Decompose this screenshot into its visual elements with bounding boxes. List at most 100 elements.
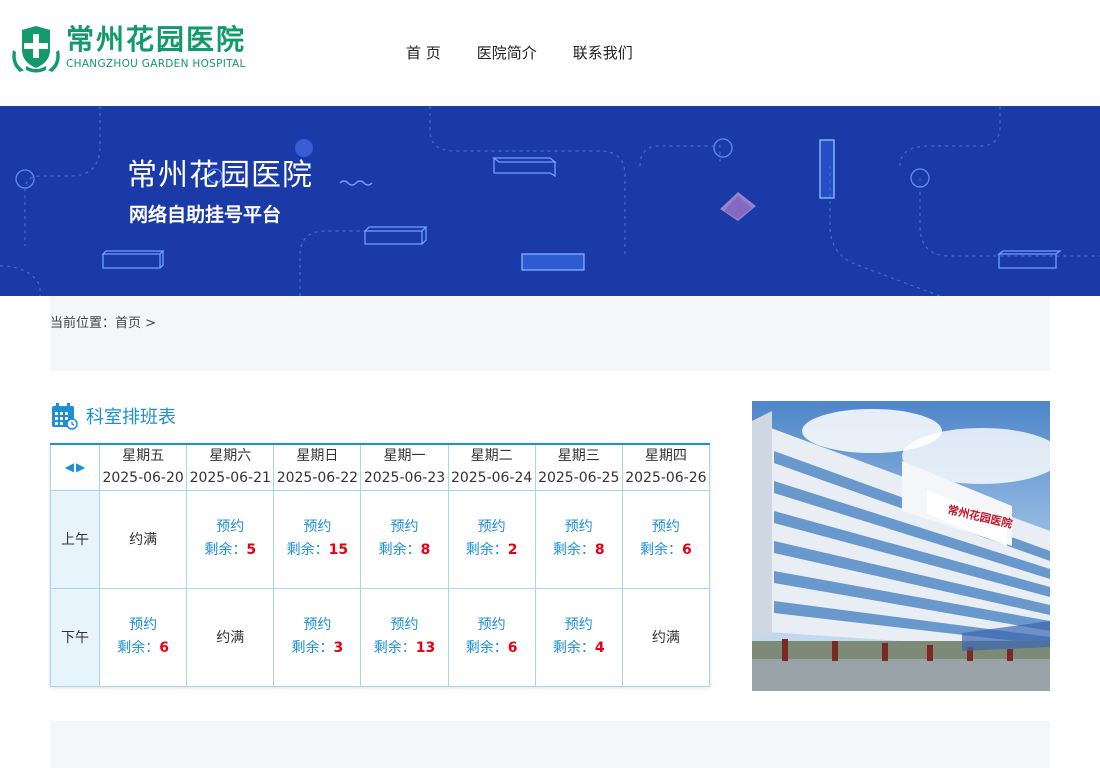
breadcrumb-panel: 当前位置：首页 > bbox=[50, 296, 1050, 371]
logo-name-en: CHANGZHOU GARDEN HOSPITAL bbox=[66, 58, 246, 70]
slot-available: 预约剩余：2 bbox=[447, 489, 536, 589]
slot-available: 预约 剩余：8 bbox=[360, 489, 449, 589]
remaining-label: 剩余： bbox=[640, 542, 683, 558]
remaining-count: 剩余：13 bbox=[361, 637, 447, 660]
book-link[interactable]: 预约 bbox=[623, 516, 709, 539]
day-header: 星期三 2025-06-25 bbox=[534, 443, 623, 491]
day-header: 星期二 2025-06-24 bbox=[447, 443, 536, 491]
nav-contact[interactable]: 联系我们 bbox=[573, 43, 633, 63]
breadcrumb-prefix: 当前位置： bbox=[50, 316, 116, 331]
book-link[interactable]: 预约 bbox=[361, 516, 447, 539]
remaining-count: 剩余：15 bbox=[274, 539, 360, 562]
remaining-number: 8 bbox=[420, 542, 431, 558]
schedule-title: 科室排班表 bbox=[86, 407, 176, 428]
slot-available: 预约 剩余：3 bbox=[273, 587, 362, 687]
book-link[interactable]: 预约 bbox=[274, 516, 360, 539]
schedule-heading: 科室排班表 bbox=[50, 402, 176, 430]
remaining-count: 剩余：5 bbox=[187, 539, 273, 562]
remaining-label: 剩余： bbox=[373, 640, 416, 656]
day-date: 2025-06-26 bbox=[625, 470, 707, 487]
day-header: 星期日 2025-06-22 bbox=[273, 443, 362, 491]
day-weekday: 星期五 bbox=[122, 448, 165, 465]
next-week-arrow-icon[interactable]: ▶ bbox=[76, 456, 85, 478]
slot-full: 约满 bbox=[186, 587, 275, 687]
day-date: 2025-06-21 bbox=[189, 470, 271, 487]
full-label: 约满 bbox=[216, 630, 245, 646]
cross-shield-icon bbox=[12, 26, 60, 73]
slot-available: 预约 剩余：5 bbox=[186, 489, 275, 589]
remaining-number: 6 bbox=[159, 640, 169, 656]
remaining-label: 剩余： bbox=[465, 542, 508, 558]
remaining-number: 4 bbox=[594, 640, 605, 656]
slot-full: 约满 bbox=[99, 489, 188, 589]
calendar-icon bbox=[52, 403, 78, 430]
remaining-count: 剩余：8 bbox=[361, 539, 447, 562]
remaining-number: 5 bbox=[246, 542, 257, 558]
day-weekday: 星期日 bbox=[296, 448, 339, 465]
breadcrumb: 当前位置：首页 > bbox=[50, 312, 156, 331]
breadcrumb-home-link[interactable]: 首页 bbox=[115, 316, 141, 331]
schedule-row: 下午 预约 剩余：6 约满 预约 剩余：3 预约 剩余：13 预约 剩余：6 预约 剩余：4 约满 bbox=[49, 587, 711, 687]
remaining-count: 剩余：3 bbox=[274, 637, 360, 660]
remaining-label: 剩余： bbox=[204, 542, 247, 558]
hero-banner: 常州花园医院 网络自助挂号平台 bbox=[0, 106, 1100, 296]
remaining-number: 15 bbox=[328, 542, 349, 558]
footer-panel bbox=[50, 721, 1050, 768]
breadcrumb-separator: > bbox=[141, 316, 157, 331]
book-link[interactable]: 预约 bbox=[100, 614, 186, 637]
full-label: 约满 bbox=[651, 630, 680, 646]
day-weekday: 星期三 bbox=[557, 448, 600, 465]
remaining-count: 剩余：8 bbox=[536, 539, 622, 562]
slot-available: 预约 剩余：6 bbox=[99, 587, 188, 687]
day-date: 2025-06-25 bbox=[538, 470, 620, 487]
remaining-number: 13 bbox=[415, 640, 436, 656]
prev-week-arrow-icon[interactable]: ◀ bbox=[65, 456, 74, 478]
remaining-number: 6 bbox=[507, 640, 518, 656]
nav-home[interactable]: 首 页 bbox=[406, 43, 441, 63]
slot-full: 约满 bbox=[621, 587, 711, 687]
remaining-count: 剩余：6 bbox=[100, 637, 186, 660]
remaining-label: 剩余： bbox=[552, 640, 595, 656]
schedule-header-row: ◀ ▶ 星期五 2025-06-20 星期六 2025-06-21 星期日 2025-06-… bbox=[49, 443, 711, 491]
remaining-label: 剩余： bbox=[465, 640, 508, 656]
day-date: 2025-06-23 bbox=[363, 470, 446, 487]
book-link[interactable]: 预约 bbox=[449, 614, 535, 637]
week-nav-cell: ◀ ▶ bbox=[49, 443, 101, 491]
slot-available: 预约 剩余：4 bbox=[534, 587, 623, 687]
book-link[interactable]: 预约 bbox=[274, 614, 360, 637]
day-header: 星期一 2025-06-23 bbox=[360, 443, 449, 491]
remaining-label: 剩余： bbox=[552, 542, 595, 558]
book-link[interactable]: 预约 bbox=[536, 516, 622, 539]
book-link[interactable]: 预约 bbox=[361, 614, 447, 637]
slot-available: 预约 剩余：13 bbox=[360, 587, 449, 687]
day-date: 2025-06-22 bbox=[276, 470, 359, 487]
remaining-count: 剩余：4 bbox=[536, 637, 622, 660]
slot-available: 预约 剩余：15 bbox=[273, 489, 362, 589]
remaining-number: 2 bbox=[507, 542, 518, 558]
day-weekday: 星期二 bbox=[470, 448, 513, 465]
slot-available: 预约 剩余：8 bbox=[534, 489, 623, 589]
period-label: 上午 bbox=[49, 489, 101, 589]
nav-about[interactable]: 医院简介 bbox=[477, 43, 537, 63]
book-link[interactable]: 预约 bbox=[449, 516, 535, 539]
day-header: 星期六 2025-06-21 bbox=[186, 443, 275, 491]
book-link[interactable]: 预约 bbox=[187, 516, 273, 539]
book-link[interactable]: 预约 bbox=[536, 614, 622, 637]
site-header: 常州花园医院 CHANGZHOU GARDEN HOSPITAL 首 页 医院简… bbox=[0, 0, 1100, 106]
hospital-logo[interactable]: 常州花园医院 CHANGZHOU GARDEN HOSPITAL bbox=[12, 22, 252, 74]
day-date: 2025-06-24 bbox=[450, 470, 533, 487]
slot-available: 预约 剩余：6 bbox=[621, 489, 711, 589]
remaining-count: 剩余：6 bbox=[449, 637, 535, 660]
remaining-label: 剩余： bbox=[378, 542, 421, 558]
banner-subtitle: 网络自助挂号平台 bbox=[129, 204, 282, 226]
remaining-number: 8 bbox=[594, 542, 605, 558]
day-header: 星期五 2025-06-20 bbox=[99, 443, 188, 491]
banner-title: 常州花园医院 bbox=[127, 158, 313, 193]
day-date: 2025-06-20 bbox=[102, 470, 184, 487]
day-weekday: 星期一 bbox=[383, 448, 426, 465]
main-nav: 首 页 医院简介 联系我们 bbox=[406, 43, 669, 63]
day-weekday: 星期六 bbox=[209, 448, 252, 465]
remaining-count: 剩余：6 bbox=[623, 539, 709, 562]
logo-name-cn: 常州花园医院 bbox=[66, 23, 247, 56]
remaining-label: 剩余： bbox=[117, 640, 160, 656]
